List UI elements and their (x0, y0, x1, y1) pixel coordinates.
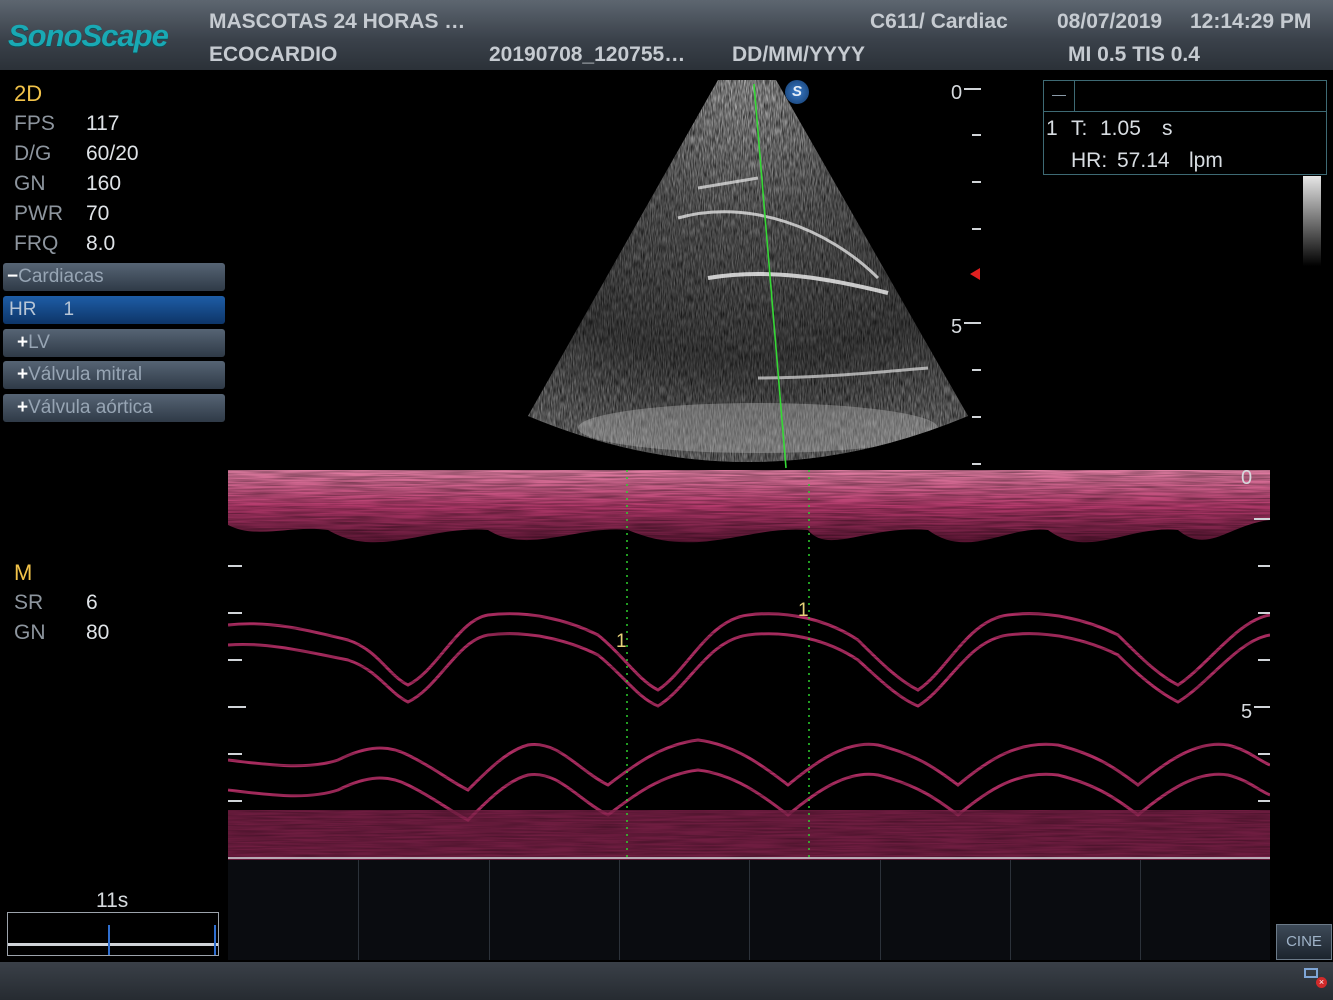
menu-item-label: Válvula aórtica (28, 397, 153, 418)
depth-tick (972, 228, 981, 230)
result-hr-value: 57.14 (1117, 149, 1170, 172)
focus-marker-icon (970, 268, 980, 280)
param-value: 6 (86, 591, 98, 614)
expand-sign: + (17, 332, 29, 353)
m-right-tick (1254, 518, 1270, 520)
result-time-unit: s (1162, 117, 1173, 140)
param-label: SR (14, 591, 44, 614)
result-dash-icon (1052, 95, 1066, 96)
cine-button[interactable]: CINE (1276, 924, 1332, 960)
menu-item-hr[interactable]: HR 1 (3, 296, 225, 324)
m-left-tick (228, 612, 242, 614)
mode-m-title: M (14, 560, 33, 585)
acoustic-indices: MI 0.5 TIS 0.4 (1068, 43, 1200, 66)
depth-tick (972, 416, 981, 418)
param-label: PWR (14, 202, 63, 225)
depth-label-0: 0 (951, 82, 963, 104)
param-value: 70 (86, 202, 110, 225)
param-value: 117 (86, 112, 120, 135)
depth-label-5: 5 (951, 316, 963, 338)
collapse-sign: − (7, 266, 19, 287)
m-depth-label-5: 5 (1241, 701, 1253, 723)
param-label: FRQ (14, 232, 59, 255)
param-value: 8.0 (86, 232, 116, 255)
menu-item-lv[interactable]: +LV (3, 329, 225, 357)
result-hr-unit: lpm (1189, 149, 1223, 172)
param-label: FPS (14, 112, 55, 135)
result-index: 1 (1046, 117, 1058, 140)
param-value: 160 (86, 172, 122, 195)
s-badge-icon: S (785, 80, 809, 104)
m-right-tick (1258, 659, 1270, 661)
sector-image-2d[interactable] (528, 78, 968, 470)
m-left-tick (228, 800, 242, 802)
result-box-header (1044, 81, 1326, 112)
header-bar: SonoScape MASCOTAS 24 HORAS … ECOCARDIO … (0, 0, 1333, 70)
m-left-tick (228, 659, 242, 661)
timeline-start-marker[interactable] (108, 925, 110, 955)
menu-item-value: 1 (63, 299, 75, 320)
depth-tick (972, 134, 981, 136)
m-mode-image[interactable] (228, 470, 1270, 860)
depth-tick (972, 369, 981, 371)
menu-group-cardiacas[interactable]: −Cardiacas (3, 263, 225, 291)
status-bar (0, 962, 1333, 1000)
date-format: DD/MM/YYYY (732, 43, 866, 66)
exam-time: 12:14:29 PM (1190, 10, 1312, 33)
result-hr-label: HR: (1071, 149, 1108, 172)
depth-tick (964, 88, 981, 90)
m-left-tick (228, 706, 246, 708)
timeline-duration: 11s (96, 889, 129, 912)
param-label: GN (14, 172, 46, 195)
depth-tick (972, 463, 981, 465)
m-depth-label-0: 0 (1241, 467, 1253, 489)
sonoscape-logo: SonoScape (8, 18, 169, 53)
result-time-label: T: (1071, 117, 1088, 140)
m-left-tick (228, 565, 242, 567)
m-right-tick (1258, 753, 1270, 755)
timeline-end-marker[interactable] (214, 925, 216, 955)
param-label: GN (14, 621, 46, 644)
network-error-icon[interactable]: × (1304, 968, 1327, 988)
m-right-tick (1258, 612, 1270, 614)
menu-item-label: LV (28, 332, 50, 353)
measurement-result-box: 1 T: 1.05 s HR: 57.14 lpm (1043, 80, 1327, 175)
m-right-tick (1258, 565, 1270, 567)
mode-2d-title: 2D (14, 81, 43, 106)
gray-map-bar (1303, 176, 1321, 266)
depth-tick (964, 322, 981, 324)
param-value: 80 (86, 621, 110, 644)
m-right-tick (1258, 800, 1270, 802)
probe-preset: C611/ Cardiac (870, 10, 1008, 33)
menu-group-label: Cardiacas (18, 266, 104, 287)
result-time-value: 1.05 (1100, 117, 1141, 140)
menu-item-label: Válvula mitral (28, 364, 143, 385)
cine-timeline[interactable] (7, 912, 219, 956)
caliper-label-2: 1 (798, 600, 809, 621)
timeline-track (8, 943, 218, 946)
exam-date: 08/07/2019 (1057, 10, 1163, 33)
patient-id: 20190708_120755… (489, 43, 686, 66)
m-left-tick (228, 753, 242, 755)
expand-sign: + (17, 397, 29, 418)
expand-sign: + (17, 364, 29, 385)
menu-item-label: HR (9, 299, 37, 320)
caliper-label-1: 1 (616, 631, 627, 652)
menu-item-valvula-aortica[interactable]: +Válvula aórtica (3, 394, 225, 422)
depth-tick (972, 181, 981, 183)
m-right-tick (1254, 706, 1270, 708)
exam-name: ECOCARDIO (209, 43, 338, 66)
menu-item-valvula-mitral[interactable]: +Válvula mitral (3, 361, 225, 389)
clinic-name: MASCOTAS 24 HORAS … (209, 10, 466, 33)
param-label: D/G (14, 142, 52, 165)
param-value: 60/20 (86, 142, 139, 165)
trace-grid (228, 860, 1270, 960)
